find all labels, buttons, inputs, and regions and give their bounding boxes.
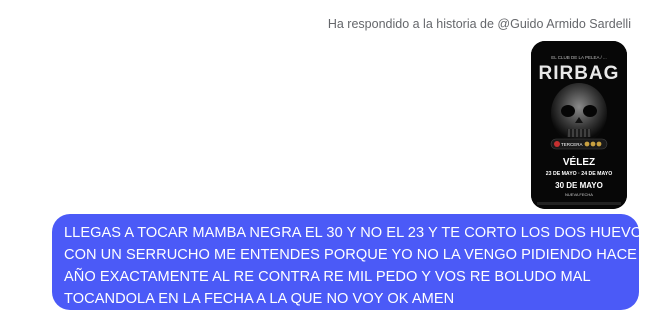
poster-dates: 23 DE MAYO · 24 DE MAYO bbox=[546, 171, 613, 177]
story-thumbnail[interactable]: EL CLUB DE LA PELEA / ... RIRBAG TERCERA… bbox=[531, 41, 627, 209]
poster-extra-label: NUEVA FECHA bbox=[565, 192, 593, 197]
poster-tour-label: TERCERA bbox=[561, 142, 583, 147]
poster-venue: VÉLEZ bbox=[563, 155, 595, 168]
poster-extra-date: 30 DE MAYO bbox=[555, 181, 603, 190]
poster-top-text: EL CLUB DE LA PELEA / ... bbox=[551, 55, 607, 60]
story-reply-note: Ha respondido a la historia de @Guido Ar… bbox=[327, 17, 631, 31]
message-line: CON UN SERRUCHO ME ENTENDES PORQUE YO NO… bbox=[64, 247, 653, 263]
story-poster-image: EL CLUB DE LA PELEA / ... RIRBAG TERCERA… bbox=[531, 41, 627, 209]
message-line: TOCANDOLA EN LA FECHA A LA QUE NO VOY OK… bbox=[64, 291, 455, 307]
poster-band-name: RIRBAG bbox=[539, 63, 620, 84]
message-line: AÑO EXACTAMENTE AL RE CONTRA RE MIL PEDO… bbox=[64, 269, 591, 285]
message-line: LLEGAS A TOCAR MAMBA NEGRA EL 30 Y NO EL… bbox=[64, 225, 652, 241]
message-bubble[interactable]: LLEGAS A TOCAR MAMBA NEGRA EL 30 Y NO EL… bbox=[52, 214, 653, 310]
